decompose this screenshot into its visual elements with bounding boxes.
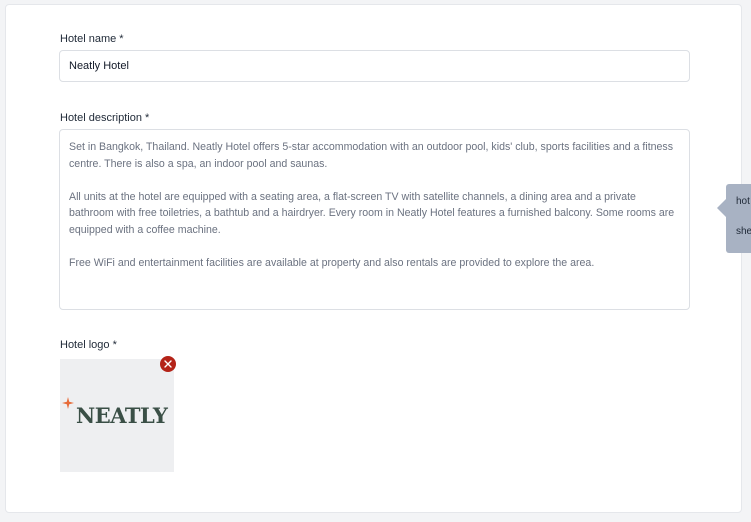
hotel-description-label: Hotel description * <box>60 112 150 124</box>
description-paragraph: Free WiFi and entertainment facilities a… <box>69 256 595 269</box>
hotel-name-label: Hotel name * <box>60 33 124 45</box>
tooltip: hot she <box>726 184 751 253</box>
sparkle-icon <box>62 397 74 409</box>
description-paragraph: All units at the hotel are equipped with… <box>69 190 675 236</box>
tooltip-text-line: she <box>736 226 751 237</box>
hotel-logo-label: Hotel logo * <box>60 339 117 351</box>
hotel-logo-preview: NEATLY <box>60 359 174 472</box>
hotel-name-input[interactable]: Neatly Hotel <box>59 50 690 82</box>
tooltip-arrow <box>717 199 726 217</box>
hotel-info-card: Hotel name * Neatly Hotel Hotel descript… <box>5 4 742 513</box>
hotel-description-textarea[interactable]: Set in Bangkok, Thailand. Neatly Hotel o… <box>59 129 690 310</box>
close-icon <box>164 360 172 368</box>
remove-logo-button[interactable] <box>160 356 176 372</box>
description-paragraph: Set in Bangkok, Thailand. Neatly Hotel o… <box>69 141 674 170</box>
hotel-logo-wordmark: NEATLY <box>76 403 168 428</box>
tooltip-text-line: hot <box>736 196 750 207</box>
